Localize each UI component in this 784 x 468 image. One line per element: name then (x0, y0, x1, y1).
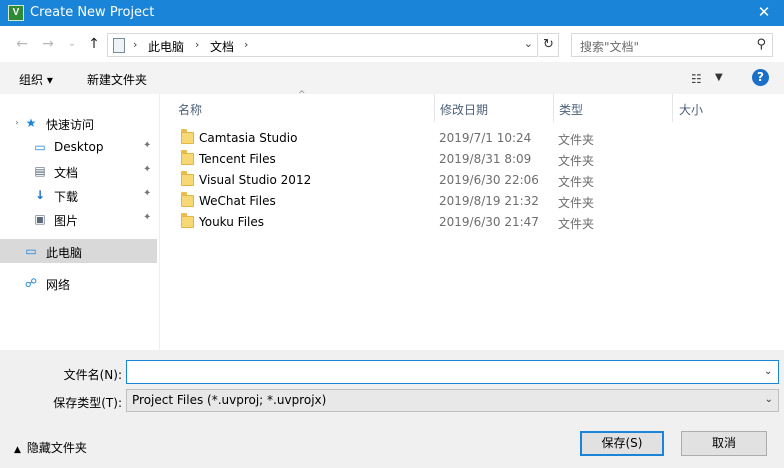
file-type: 文件夹 (558, 154, 595, 168)
breadcrumb-documents[interactable]: 文档 (210, 38, 234, 55)
folder-icon (181, 192, 194, 207)
expand-arrow-icon[interactable]: › (10, 116, 24, 130)
file-date: 2019/8/31 8:09 (439, 152, 532, 166)
documents-icon: ▤ (34, 164, 46, 178)
folder-icon (181, 150, 194, 165)
folder-icon (181, 129, 194, 144)
forward-icon[interactable]: → (38, 35, 58, 53)
nav-item-pictures[interactable]: ▣ 图片 ✦ (0, 207, 157, 231)
filetype-label: 保存类型(T): (53, 396, 122, 410)
cancel-button[interactable]: 取消 (681, 431, 767, 456)
file-type: 文件夹 (558, 175, 595, 189)
chevron-right-icon[interactable]: › (133, 38, 137, 51)
nav-label-quick-access: 快速访问 (46, 118, 95, 132)
command-toolbar: 组织 ▾ 新建文件夹 ☷ ▼ (0, 62, 784, 94)
nav-item-desktop[interactable]: ▭ Desktop ✦ (0, 135, 157, 159)
view-options-icon[interactable]: ☷ (691, 72, 702, 86)
address-dropdown-icon[interactable]: ⌄ (524, 37, 533, 50)
pictures-icon: ▣ (34, 212, 46, 226)
pin-icon[interactable]: ✦ (143, 188, 151, 199)
hide-folders-toggle[interactable]: ▲ 隐藏文件夹 (14, 439, 87, 456)
file-row[interactable]: WeChat Files 2019/8/19 21:32 文件夹 (161, 191, 784, 212)
new-folder-button[interactable]: 新建文件夹 (87, 71, 147, 88)
computer-icon: ▭ (25, 244, 37, 258)
file-row[interactable]: Youku Files 2019/6/30 21:47 文件夹 (161, 212, 784, 233)
file-row[interactable]: Visual Studio 2012 2019/6/30 22:06 文件夹 (161, 170, 784, 191)
nav-label-desktop: Desktop (54, 140, 104, 154)
column-header-date[interactable]: 修改日期 (423, 94, 553, 122)
file-date: 2019/8/19 21:32 (439, 194, 539, 208)
file-row[interactable]: Tencent Files 2019/8/31 8:09 文件夹 (161, 149, 784, 170)
nav-label-downloads: 下载 (54, 190, 79, 204)
folder-icon (181, 171, 194, 186)
up-icon[interactable]: ↑ (84, 35, 104, 53)
filetype-value: Project Files (*.uvproj; *.uvprojx) (132, 393, 327, 407)
file-name: WeChat Files (199, 194, 276, 208)
nav-quick-access[interactable]: › ★ 快速访问 (0, 111, 157, 135)
file-row[interactable]: Camtasia Studio 2019/7/1 10:24 文件夹 (161, 128, 784, 149)
file-name: Camtasia Studio (199, 131, 298, 145)
filename-input[interactable] (126, 360, 779, 384)
nav-item-network[interactable]: ☍ 网络 (0, 271, 157, 295)
address-location-icon (113, 38, 125, 53)
file-date: 2019/7/1 10:24 (439, 131, 532, 145)
nav-label-this-pc: 此电脑 (46, 246, 83, 260)
file-type: 文件夹 (558, 196, 595, 210)
organize-menu[interactable]: 组织 ▾ (19, 71, 53, 88)
search-placeholder: 搜索"文档" (580, 40, 640, 54)
back-icon[interactable]: ← (12, 35, 32, 53)
star-icon: ★ (25, 116, 37, 130)
file-date: 2019/6/30 21:47 (439, 215, 539, 229)
folder-icon (181, 213, 194, 228)
nav-label-documents: 文档 (54, 166, 79, 180)
column-header-type[interactable]: 类型 (542, 94, 672, 122)
close-button[interactable]: ✕ (744, 0, 784, 26)
chevron-right-icon[interactable]: › (244, 38, 248, 51)
title-bar: V Create New Project ✕ (0, 0, 784, 26)
refresh-icon[interactable]: ↻ (539, 33, 559, 57)
file-list: ^ 名称 修改日期 类型 大小 Camtasia Studio 2019/7/1… (161, 90, 784, 350)
file-name: Youku Files (199, 215, 265, 229)
network-icon: ☍ (24, 276, 38, 290)
file-type: 文件夹 (558, 133, 595, 147)
file-name: Tencent Files (199, 152, 276, 166)
file-type: 文件夹 (558, 217, 595, 231)
nav-label-network: 网络 (46, 278, 71, 292)
download-icon: ↓ (34, 188, 46, 202)
view-dropdown-icon[interactable]: ▼ (715, 72, 723, 83)
chevron-right-icon[interactable]: › (195, 38, 199, 51)
hide-folders-label: 隐藏文件夹 (26, 441, 87, 455)
filename-label: 文件名(N): (63, 368, 122, 382)
recent-dropdown-icon[interactable]: ⌄ (62, 35, 82, 53)
address-bar[interactable]: › 此电脑 › 文档 › ⌄ (107, 33, 538, 57)
save-button[interactable]: 保存(S) (580, 431, 664, 456)
nav-label-pictures: 图片 (54, 214, 79, 228)
file-date: 2019/6/30 22:06 (439, 173, 539, 187)
navigation-pane: › ★ 快速访问 ▭ Desktop ✦ ▤ 文档 ✦ ↓ 下载 ✦ ▣ 图片 … (0, 94, 160, 350)
breadcrumb-this-pc[interactable]: 此电脑 (148, 38, 184, 55)
nav-item-downloads[interactable]: ↓ 下载 ✦ (0, 183, 157, 207)
window-title: Create New Project (30, 5, 155, 20)
filetype-select[interactable]: Project Files (*.uvproj; *.uvprojx) ⌄ (126, 389, 779, 412)
file-name: Visual Studio 2012 (199, 173, 312, 187)
filename-dropdown-icon[interactable]: ⌄ (764, 366, 772, 377)
pin-icon[interactable]: ✦ (143, 140, 151, 151)
nav-item-this-pc[interactable]: ▭ 此电脑 (0, 239, 157, 263)
column-header-size[interactable]: 大小 (662, 94, 762, 122)
chevron-up-icon: ▲ (14, 445, 21, 455)
search-icon[interactable]: ⚲ (756, 37, 766, 52)
desktop-icon: ▭ (34, 140, 46, 154)
nav-item-documents[interactable]: ▤ 文档 ✦ (0, 159, 157, 183)
column-header-name[interactable]: 名称 (161, 94, 434, 122)
chevron-down-icon[interactable]: ⌄ (765, 394, 773, 405)
app-icon: V (8, 5, 24, 21)
pin-icon[interactable]: ✦ (143, 212, 151, 223)
help-button[interactable]: ? (752, 69, 769, 86)
search-input[interactable]: 搜索"文档" ⚲ (571, 33, 773, 57)
pin-icon[interactable]: ✦ (143, 164, 151, 175)
